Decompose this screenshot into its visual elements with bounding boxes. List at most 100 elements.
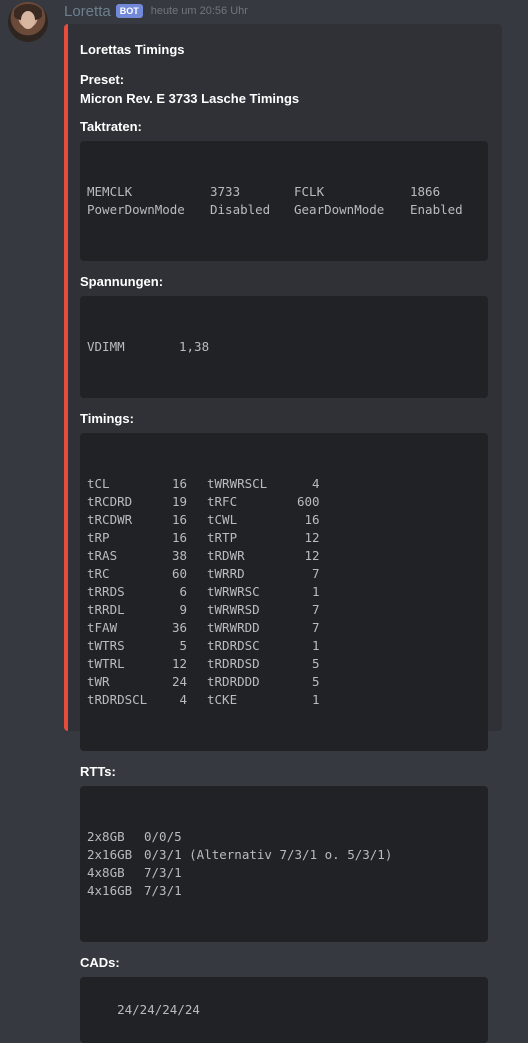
timings-cell: 19 [171, 494, 187, 509]
timings-cell: 12 [304, 530, 320, 545]
spannungen-label: Spannungen: [80, 274, 164, 289]
column-gap [187, 601, 207, 619]
timings-code-block: tCL 16 tWRWRSCL 4 tRCDRD 19 tRFC 600 tRCDWR 16 tCW… [80, 433, 488, 751]
spannungen-code-block: VDIMM 1,38 [80, 296, 488, 398]
timings-cell: tRDRDSC [207, 638, 260, 653]
timings-row: tRC 60 tWRRD 7 [87, 565, 320, 583]
timings-cell: tCWL [207, 512, 238, 527]
timings-cell: tRDRDDD [207, 674, 260, 689]
timings-row: tRRDS 6 tWRWRSC 1 [87, 583, 320, 601]
timings-cell: 16 [171, 476, 187, 491]
taktraten-table: MEMCLK 3733 FCLK 1866 PowerDownMode Disabled G… [87, 183, 463, 219]
timings-cell: 4 [312, 476, 320, 491]
timings-cell: 12 [171, 656, 187, 671]
timings-cell: 7 [312, 620, 320, 635]
rtts-cell: 7/3/1 [144, 865, 182, 880]
timings-cell: 5 [312, 674, 320, 689]
timings-cell: tRC [87, 566, 110, 581]
spannungen-row: VDIMM 1,38 [87, 338, 209, 356]
timings-label: Timings: [80, 411, 134, 426]
taktraten-code-block: MEMCLK 3733 FCLK 1866 PowerDownMode Disabled G… [80, 141, 488, 261]
timings-cell: tRAS [87, 548, 118, 563]
timings-cell: 600 [297, 494, 320, 509]
timings-cell: tRCDWR [87, 512, 133, 527]
timings-cell: 24 [171, 674, 187, 689]
timings-cell: tRDWR [207, 548, 245, 563]
taktraten-cell: Enabled [410, 202, 463, 217]
username[interactable]: Loretta [64, 3, 111, 20]
rtts-cell: 4x8GB [87, 865, 125, 880]
rtts-cell: 2x16GB [87, 847, 133, 862]
rtts-label: RTTs: [80, 764, 116, 779]
taktraten-cell: FCLK [294, 184, 325, 199]
preset-label: Preset: [80, 72, 125, 87]
taktraten-cell: Disabled [210, 202, 271, 217]
cads-code-block: 24/24/24/24 [80, 977, 488, 1043]
timings-cell: tWTRS [87, 638, 125, 653]
timings-cell: tWTRL [87, 656, 125, 671]
timings-row: tWTRL 12 tRDRDSD 5 [87, 655, 320, 673]
embed-title: Lorettas Timings [80, 42, 185, 57]
timings-row: tRDRDSCL 4 tCKE 1 [87, 691, 320, 709]
timings-cell: 16 [171, 530, 187, 545]
timings-cell: tRRDL [87, 602, 125, 617]
timings-cell: tRFC [207, 494, 238, 509]
spannungen-cell: VDIMM [87, 339, 125, 354]
timings-cell: tWR [87, 674, 110, 689]
column-gap [187, 475, 207, 493]
timings-row: tRCDRD 19 tRFC 600 [87, 493, 320, 511]
avatar-face [21, 11, 35, 29]
timings-cell: tFAW [87, 620, 118, 635]
rtts-cell: 7/3/1 [144, 883, 182, 898]
timings-row: tCL 16 tWRWRSCL 4 [87, 475, 320, 493]
timings-cell: tRDRDSD [207, 656, 260, 671]
rtts-row: 2x8GB 0/0/5 [87, 828, 392, 846]
column-gap [187, 673, 207, 691]
rtts-cell: 4x16GB [87, 883, 133, 898]
timings-cell: 16 [304, 512, 320, 527]
timings-cell: 6 [179, 584, 187, 599]
column-gap [187, 637, 207, 655]
column-gap [187, 619, 207, 637]
rtts-cell: 0/0/5 [144, 829, 182, 844]
column-gap [187, 529, 207, 547]
column-gap [187, 547, 207, 565]
bot-tag: BOT [115, 4, 143, 18]
column-gap [187, 691, 207, 709]
timings-cell: 16 [171, 512, 187, 527]
column-gap [187, 655, 207, 673]
timings-cell: 60 [171, 566, 187, 581]
timings-cell: tWRWRSD [207, 602, 260, 617]
timings-cell: tCL [87, 476, 110, 491]
rtts-row: 2x16GB 0/3/1 (Alternativ 7/3/1 o. 5/3/1) [87, 846, 392, 864]
timings-row: tWTRS 5 tRDRDSC 1 [87, 637, 320, 655]
timings-table: tCL 16 tWRWRSCL 4 tRCDRD 19 tRFC 600 tRCDWR 16 tCW… [87, 475, 320, 709]
timestamp[interactable]: heute um 20:56 Uhr [151, 5, 248, 17]
timings-row: tWR 24 tRDRDDD 5 [87, 673, 320, 691]
spannungen-cell: 1,38 [179, 339, 210, 354]
cads-value: 24/24/24/24 [117, 1002, 200, 1017]
timings-cell: 1 [312, 584, 320, 599]
rtts-code-block: 2x8GB 0/0/5 2x16GB 0/3/1 (Alternativ 7/3/1 … [80, 786, 488, 942]
avatar[interactable] [8, 2, 48, 42]
timings-row: tRP 16 tRTP 12 [87, 529, 320, 547]
rtts-table: 2x8GB 0/0/5 2x16GB 0/3/1 (Alternativ 7/3/1 … [87, 828, 392, 900]
taktraten-cell: PowerDownMode [87, 202, 185, 217]
taktraten-row: MEMCLK 3733 FCLK 1866 [87, 183, 463, 201]
timings-cell: tCKE [207, 692, 238, 707]
timings-cell: tRTP [207, 530, 238, 545]
timings-cell: 4 [179, 692, 187, 707]
timings-row: tRCDWR 16 tCWL 16 [87, 511, 320, 529]
timings-cell: 7 [312, 566, 320, 581]
taktraten-cell: GearDownMode [294, 202, 385, 217]
taktraten-cell: MEMCLK [87, 184, 133, 199]
timings-cell: 7 [312, 602, 320, 617]
timings-row: tRAS 38 tRDWR 12 [87, 547, 320, 565]
rtts-cell: 0/3/1 (Alternativ 7/3/1 o. 5/3/1) [144, 847, 393, 862]
rtts-row: 4x8GB 7/3/1 [87, 864, 392, 882]
message-header: Loretta BOT heute um 20:56 Uhr [64, 2, 248, 20]
timings-row: tRRDL 9 tWRWRSD 7 [87, 601, 320, 619]
timings-row: tFAW 36 tWRWRDD 7 [87, 619, 320, 637]
timings-cell: 5 [179, 638, 187, 653]
rtts-row: 4x16GB 7/3/1 [87, 882, 392, 900]
